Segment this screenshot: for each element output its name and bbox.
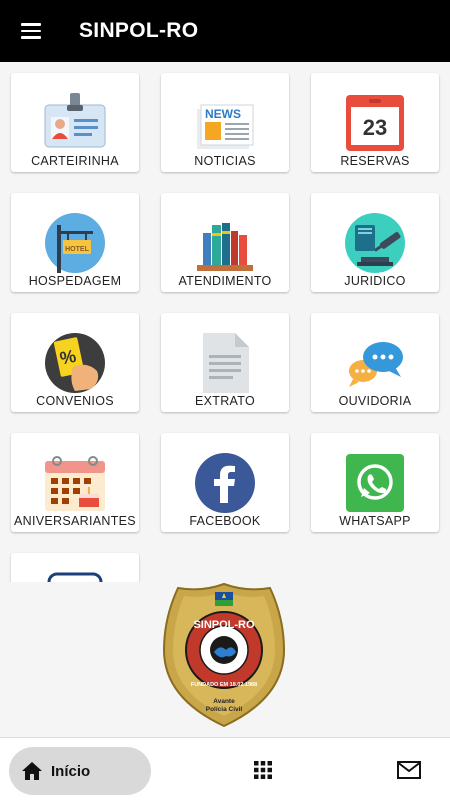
tile-label: NOTICIAS bbox=[194, 154, 256, 168]
svg-text:23: 23 bbox=[363, 115, 387, 140]
menu-grid: CARTEIRINHA NEWS NOTICIAS 23 RESERVAS HO… bbox=[0, 62, 450, 582]
newspaper-icon: NEWS bbox=[197, 104, 254, 149]
tile-label: CARTEIRINHA bbox=[31, 154, 119, 168]
document-icon bbox=[203, 333, 249, 393]
tile-label: CONVENIOS bbox=[36, 394, 114, 408]
tile-label: ANIVERSARIANTES bbox=[14, 514, 136, 528]
app-bar: SINPOL-RO bbox=[0, 0, 450, 62]
tile-label: OUVIDORIA bbox=[338, 394, 412, 408]
bottom-nav: Início bbox=[0, 737, 450, 800]
svg-text:Polícia Civil: Polícia Civil bbox=[206, 706, 243, 713]
tile-label: HOSPEDAGEM bbox=[28, 274, 122, 288]
facebook-icon bbox=[195, 453, 255, 513]
sinpol-badge-logo: SINPOL-RO FUNDADO EM 18.02.1988 Avante P… bbox=[162, 582, 286, 728]
tile-reservas[interactable]: 23 RESERVAS bbox=[311, 73, 439, 172]
svg-text:NEWS: NEWS bbox=[205, 107, 241, 121]
tile-ouvidoria[interactable]: OUVIDORIA bbox=[311, 313, 439, 412]
tile-convenios[interactable]: % CONVENIOS bbox=[11, 313, 139, 412]
calendar-icon: 23 bbox=[346, 95, 404, 151]
svg-text:HOTEL: HOTEL bbox=[65, 246, 89, 253]
tile-carteirinha[interactable]: CARTEIRINHA bbox=[11, 73, 139, 172]
discount-coupon-icon: % bbox=[45, 333, 105, 393]
home-icon bbox=[22, 762, 42, 780]
svg-text:Avante: Avante bbox=[213, 698, 235, 705]
tile-juridico[interactable]: JURIDICO bbox=[311, 193, 439, 292]
tile-label: WHATSAPP bbox=[339, 514, 411, 528]
id-card-icon bbox=[44, 93, 106, 148]
tile-facebook[interactable]: FACEBOOK bbox=[161, 433, 289, 532]
chat-bubbles-icon bbox=[349, 342, 403, 387]
menu-icon bbox=[21, 23, 41, 39]
tile-partial[interactable] bbox=[11, 553, 139, 582]
apps-grid-icon[interactable] bbox=[251, 758, 275, 782]
tile-extrato[interactable]: EXTRATO bbox=[161, 313, 289, 412]
tile-atendimento[interactable]: ATENDIMENTO bbox=[161, 193, 289, 292]
hotel-sign-icon: HOTEL bbox=[45, 213, 105, 273]
tile-label: JURIDICO bbox=[344, 274, 406, 288]
svg-text:SINPOL-RO: SINPOL-RO bbox=[193, 619, 255, 631]
tile-aniversariantes[interactable]: ANIVERSARIANTES bbox=[11, 433, 139, 532]
books-icon bbox=[197, 223, 253, 271]
mail-icon[interactable] bbox=[396, 758, 422, 782]
tile-label: ATENDIMENTO bbox=[178, 274, 272, 288]
app-title: SINPOL-RO bbox=[79, 19, 199, 42]
tile-hospedagem[interactable]: HOTEL HOSPEDAGEM bbox=[11, 193, 139, 292]
tile-noticias[interactable]: NEWS NOTICIAS bbox=[161, 73, 289, 172]
birthday-calendar-icon bbox=[45, 456, 105, 511]
whatsapp-icon bbox=[346, 454, 404, 512]
tile-label: RESERVAS bbox=[340, 154, 410, 168]
tile-label: FACEBOOK bbox=[189, 514, 261, 528]
menu-button[interactable] bbox=[0, 0, 62, 62]
home-tab[interactable]: Início bbox=[9, 747, 151, 795]
gavel-law-icon bbox=[345, 213, 405, 273]
tile-whatsapp[interactable]: WHATSAPP bbox=[311, 433, 439, 532]
tile-label: EXTRATO bbox=[195, 394, 255, 408]
partial-icon bbox=[47, 572, 103, 582]
svg-text:FUNDADO EM 18.02.1988: FUNDADO EM 18.02.1988 bbox=[191, 682, 257, 688]
home-tab-label: Início bbox=[51, 762, 91, 780]
